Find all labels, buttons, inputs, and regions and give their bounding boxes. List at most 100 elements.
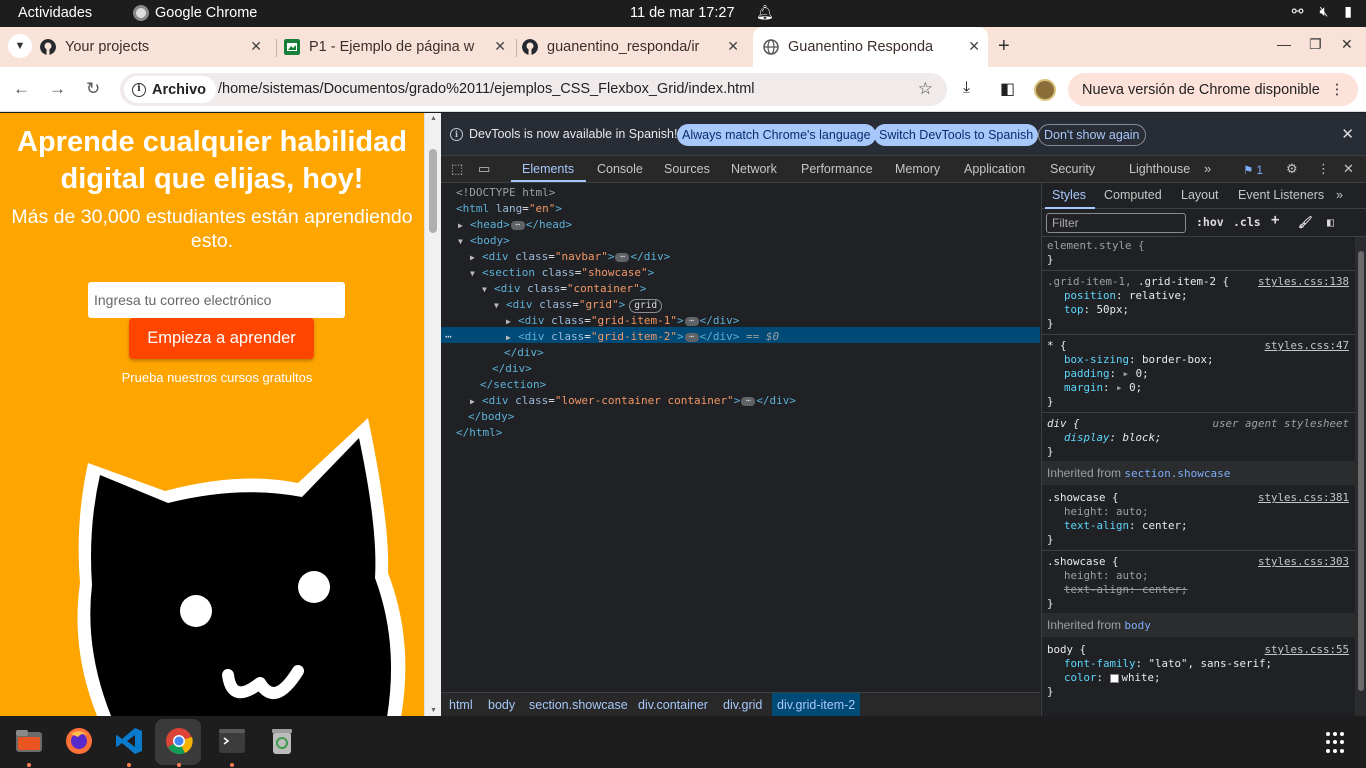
rule-grid-item-selector[interactable]: .grid-item-1, .grid-item-2 { [1047,275,1229,289]
source-link[interactable]: styles.css:55 [1264,643,1349,657]
paint-brush-icon[interactable]: 🖌︎ [1298,215,1313,229]
activities-button[interactable]: Actividades [18,5,92,21]
new-tab-plus-icon[interactable]: + [998,35,1010,58]
collapse-arrow-icon[interactable]: ▼ [482,282,494,298]
declaration[interactable]: text-align: center; [1064,519,1188,533]
section-line[interactable]: ▼ <section class="showcase"> [470,265,654,281]
styles-scrollbar[interactable] [1355,237,1366,716]
device-toolbar-icon[interactable]: ▭ [478,161,490,177]
styles-filter-input[interactable] [1046,213,1186,233]
expand-arrow-icon[interactable]: ▸ [1123,367,1130,380]
ellipsis-icon[interactable]: ⋯ [741,396,756,406]
vscode-icon[interactable] [114,726,144,756]
app-menu[interactable]: Google Chrome [133,5,257,21]
rule-body-selector[interactable]: body { [1047,643,1086,657]
scroll-down-icon[interactable]: ▼ [430,707,437,714]
reload-icon[interactable]: ↻ [86,79,100,99]
email-input[interactable] [88,282,345,318]
clock[interactable]: 11 de mar 17:27 [630,5,735,21]
new-rule-plus-icon[interactable]: + [1271,212,1279,228]
tab-guanentino-responda[interactable]: Guanentino Responda ✕ [753,27,988,67]
switch-to-spanish-button[interactable]: Switch DevTools to Spanish [874,124,1039,146]
grid-close-line[interactable]: </div> [504,345,544,361]
more-menu-icon[interactable]: ⋮ [1330,82,1345,98]
toggle-sidebar-icon[interactable]: ◧ [1327,215,1334,229]
tab-elements[interactable]: Elements [522,162,574,176]
scrollbar-thumb[interactable] [1358,251,1364,691]
tab-p1-ejemplo[interactable]: P1 - Ejemplo de página w ✕ [284,27,514,67]
tab-guanentino-repo[interactable]: guanentino_responda/ir ✕ [522,27,747,67]
url-text[interactable]: /home/sistemas/Documentos/grado%2011/eje… [218,81,755,97]
declaration[interactable]: position: relative; [1064,289,1188,303]
grid-line[interactable]: ▼ <div class="grid"> grid [494,297,663,313]
firefox-icon[interactable] [64,726,94,756]
body-close-line[interactable]: </body> [468,409,514,425]
breadcrumb-div-grid-item-2[interactable]: div.grid-item-2 [772,693,861,717]
body-line[interactable]: ▼ <body> [458,233,510,249]
ellipsis-icon[interactable]: ⋯ [615,252,630,262]
tab-computed[interactable]: Computed [1104,188,1162,202]
site-info-chip[interactable]: i Archivo [124,76,216,103]
chrome-icon[interactable] [164,726,194,756]
inherited-link[interactable]: body [1124,619,1151,632]
restore-icon[interactable]: ❐ [1309,36,1322,53]
expand-arrow-icon[interactable]: ▶ [506,330,518,346]
tab-memory[interactable]: Memory [895,162,940,176]
page-scrollbar[interactable]: ▲ ▼ [424,113,441,716]
color-swatch[interactable] [1109,673,1119,683]
tab-network[interactable]: Network [731,162,777,176]
tab-styles[interactable]: Styles [1052,188,1086,202]
tab-your-projects[interactable]: Your projects ✕ [40,27,270,67]
close-infobar-icon[interactable]: ✕ [1341,125,1354,143]
expand-arrow-icon[interactable]: ▶ [506,314,518,330]
declaration-overridden[interactable]: text-align: center; [1064,583,1188,597]
grid-item-2-line[interactable]: ▶ <div class="grid-item-2"> ⋯ </div> == $0 [506,329,779,345]
rule-showcase-selector[interactable]: .showcase { [1047,555,1119,569]
inherited-link[interactable]: section.showcase [1124,467,1230,480]
source-link[interactable]: styles.css:381 [1258,491,1349,505]
declaration[interactable]: color: white; [1064,671,1161,685]
class-toggle[interactable]: .cls [1233,215,1261,229]
back-arrow-icon[interactable]: ← [13,79,30,99]
forward-arrow-icon[interactable]: → [49,79,66,99]
expand-arrow-icon[interactable]: ▶ [470,394,482,410]
more-tabs-chevron-icon[interactable]: » [1336,188,1343,202]
close-window-icon[interactable]: ✕ [1341,36,1353,53]
more-tabs-chevron-icon[interactable]: » [1204,161,1211,176]
hover-state-toggle[interactable]: :hov [1196,215,1224,229]
css-rules-list[interactable]: element.style { } .grid-item-1, .grid-it… [1042,237,1355,716]
declaration-inactive[interactable]: height: auto; [1064,569,1149,583]
dont-show-again-button[interactable]: Don't show again [1038,124,1146,146]
lower-container-line[interactable]: ▶ <div class="lower-container container">… [470,393,796,409]
tab-security[interactable]: Security [1050,162,1095,176]
source-link[interactable]: styles.css:47 [1264,339,1349,353]
ellipsis-icon[interactable]: ⋯ [684,332,699,342]
rule-div-selector[interactable]: div { [1047,417,1080,431]
apps-grid-icon[interactable] [1326,732,1348,754]
close-tab-icon[interactable]: ✕ [968,38,980,55]
terminal-icon[interactable] [217,726,247,756]
breadcrumb-div-container[interactable]: div.container [638,698,708,712]
tab-lighthouse[interactable]: Lighthouse [1129,162,1190,176]
customize-menu-icon[interactable]: ⋮ [1317,161,1330,177]
tab-search-chevron-icon[interactable]: ▼ [8,34,32,58]
close-tab-icon[interactable]: ✕ [727,38,739,55]
side-panel-icon[interactable]: ◧ [1000,79,1015,99]
declaration[interactable]: box-sizing: border-box; [1064,353,1214,367]
free-courses-link[interactable]: Prueba nuestros cursos gratultos [0,370,424,385]
breadcrumb-body[interactable]: body [488,698,515,712]
declaration-inactive[interactable]: height: auto; [1064,505,1149,519]
ellipsis-icon[interactable]: ⋯ [684,316,699,326]
inspect-element-icon[interactable]: ⬚ [451,161,463,177]
container-close-line[interactable]: </div> [492,361,532,377]
scrollbar-thumb[interactable] [429,149,437,233]
declaration[interactable]: padding: ▸ 0; [1064,367,1149,381]
profile-avatar[interactable] [1034,79,1056,101]
tab-layout[interactable]: Layout [1181,188,1219,202]
trash-icon[interactable] [267,726,297,756]
head-line[interactable]: ▶ <head> ⋯ </head> [458,217,572,233]
tab-application[interactable]: Application [964,162,1025,176]
match-language-button[interactable]: Always match Chrome's language [677,124,876,146]
source-link[interactable]: styles.css:303 [1258,555,1349,569]
doctype-line[interactable]: <!DOCTYPE html> [456,185,555,201]
